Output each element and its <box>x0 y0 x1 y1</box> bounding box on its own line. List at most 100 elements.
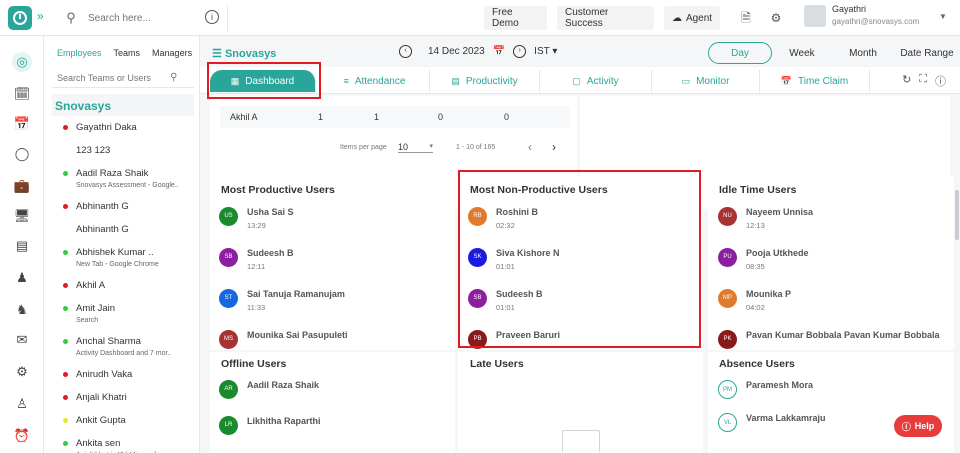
list-item[interactable]: Gayathri Daka <box>63 122 137 133</box>
tab-time-claim-label: Time Claim <box>798 75 849 87</box>
period-date-range[interactable]: Date Range <box>900 42 954 64</box>
tab-teams[interactable]: Teams <box>114 48 141 58</box>
status-dot <box>63 227 68 232</box>
late-card: Late Users <box>458 352 703 453</box>
briefcase-icon[interactable]: 💼 <box>12 176 32 196</box>
table-cell: 0 <box>438 112 444 122</box>
employee-name: 123 123 <box>76 145 111 156</box>
employee-name: Anjali Khatri <box>76 392 127 403</box>
tab-attendance[interactable]: ≡ Attendance <box>320 70 430 92</box>
customer-success-button[interactable]: Customer Success <box>557 6 654 30</box>
clock-icon[interactable]: ⏰ <box>12 426 32 446</box>
tab-monitor[interactable]: ▭ Monitor <box>652 70 760 92</box>
highlight-dashboard-tab <box>207 62 321 99</box>
tab-activity-label: Activity <box>586 75 619 87</box>
list-item[interactable]: Anirudh Vaka <box>63 369 133 380</box>
monitor-icon[interactable]: 🖥 <box>12 206 32 226</box>
period-week[interactable]: Week <box>786 42 818 64</box>
status-dot <box>63 283 68 288</box>
help-circle-icon[interactable]: ⓘ <box>935 73 946 89</box>
attendance-tab-icon: ≡ <box>343 76 349 86</box>
table-cell: 0 <box>504 112 510 122</box>
next-date-icon[interactable]: › <box>513 45 527 58</box>
users-icon[interactable]: ♟ <box>12 268 32 288</box>
time-claim-tab-icon: 📅 <box>780 75 793 86</box>
main-content: ☰ Snovasys ‹ 14 Dec 2023 📅 › IST ▾ Day W… <box>200 36 960 453</box>
schedule-icon[interactable]: 📅 <box>12 114 32 134</box>
prev-page-icon[interactable]: ‹ <box>528 140 532 154</box>
info-icon[interactable]: i <box>205 10 219 24</box>
list-item[interactable]: Abhishek Kumar .. New Tab - Google Chrome <box>63 247 159 268</box>
tab-employees[interactable]: Employees <box>57 48 102 58</box>
tab-time-claim[interactable]: 📅 Time Claim <box>760 70 870 92</box>
user-time: 04:02 <box>746 303 765 312</box>
settings-icon[interactable]: ⚙ <box>12 362 32 382</box>
search-icon[interactable]: ⚲ <box>170 72 177 83</box>
agent-button[interactable]: ☁ Agent <box>664 6 720 30</box>
avatar: MP <box>718 289 737 308</box>
gear-icon[interactable]: ⚙ <box>766 8 786 28</box>
calendar-icon[interactable]: 📅 <box>493 46 505 57</box>
employee-name: Anirudh Vaka <box>76 369 133 380</box>
user-avatar[interactable] <box>804 5 826 27</box>
search-icon: ⚲ <box>66 10 76 25</box>
team-icon[interactable]: ♞ <box>12 300 32 320</box>
profile-icon[interactable]: ♙ <box>12 394 32 414</box>
tab-productivity[interactable]: ▤ Productivity <box>430 70 540 92</box>
list-item[interactable]: Aadil Raza Shaik Snovasys Assessment - Go… <box>63 168 179 189</box>
user-icon[interactable]: ◯ <box>12 144 32 164</box>
scrollbar[interactable] <box>955 190 959 240</box>
list-item[interactable]: Ankit Gupta <box>63 415 126 426</box>
panel-search-input[interactable] <box>52 72 170 83</box>
dashboard-icon[interactable]: ◎ <box>12 52 32 72</box>
employee-name: Abhinanth G <box>76 201 129 212</box>
card-icon[interactable]: ▤ <box>12 236 32 256</box>
help-button[interactable]: ⓘ Help <box>894 415 942 437</box>
user-name: Mounika P <box>746 289 792 299</box>
user-name: Sai Tanuja Ramanujam <box>247 289 345 299</box>
mail-icon[interactable]: ✉ <box>12 330 32 350</box>
tab-attendance-label: Attendance <box>354 75 406 87</box>
avatar: PU <box>718 248 737 267</box>
table-cell: 1 <box>318 112 324 122</box>
list-item[interactable]: Anchal Sharma Activity Dashboard and 7 mo… <box>63 336 171 357</box>
free-demo-button[interactable]: Free Demo <box>484 6 547 30</box>
prev-date-icon[interactable]: ‹ <box>399 45 412 58</box>
menu-icon[interactable]: ☰ <box>212 48 222 60</box>
list-item[interactable]: Ankita senAnjali khatri, 49 | Microsof.. <box>63 438 160 453</box>
tab-activity[interactable]: ▢ Activity <box>540 70 652 92</box>
employee-name: Ankita sen <box>76 438 121 449</box>
list-item[interactable]: Abhinanth G <box>64 224 129 235</box>
document-icon[interactable]: 🗎 <box>736 8 756 28</box>
expand-sidebar-icon[interactable]: » <box>37 9 44 23</box>
user-info[interactable]: Gayathri gayathri@snovasys.com <box>832 4 919 26</box>
global-search-input[interactable] <box>88 12 198 24</box>
refresh-icon[interactable]: ↻ <box>902 73 911 89</box>
list-item[interactable]: Akhil A <box>63 280 105 291</box>
user-name: Gayathri <box>832 4 867 14</box>
period-month[interactable]: Month <box>846 42 880 64</box>
org-name[interactable]: Snovasys <box>52 94 194 116</box>
user-name: Pooja Utkhede <box>746 248 809 258</box>
timezone-label: IST <box>534 46 550 57</box>
app-logo[interactable] <box>8 6 32 30</box>
list-item[interactable]: Anjali Khatri <box>63 392 127 403</box>
items-per-page-select[interactable]: 10 ▾ <box>398 142 433 153</box>
period-day[interactable]: Day <box>708 42 772 64</box>
list-item[interactable]: Amit Jain Search <box>63 303 115 324</box>
user-name: Mounika Sai Pasupuleti <box>247 330 348 340</box>
fullscreen-icon[interactable]: ⛶ <box>919 73 927 89</box>
status-dot <box>63 418 68 423</box>
timezone-select[interactable]: IST ▾ <box>534 46 557 57</box>
user-name: Paramesh Mora <box>746 380 814 390</box>
user-time: 08:35 <box>746 262 765 271</box>
tab-managers[interactable]: Managers <box>152 48 192 58</box>
top-bar: » ⚲ i Free Demo Customer Success ☁Agent … <box>0 0 960 36</box>
calendar-icon[interactable]: 🗓 <box>12 84 32 104</box>
date-nav: ‹ 14 Dec 2023 📅 › IST ▾ <box>399 45 557 58</box>
chevron-down-icon[interactable]: ▼ <box>939 12 947 21</box>
status-dot <box>63 339 68 344</box>
list-item[interactable]: Abhinanth G <box>63 201 129 212</box>
list-item[interactable]: 123 123 <box>64 145 110 156</box>
next-page-icon[interactable]: › <box>552 140 556 154</box>
